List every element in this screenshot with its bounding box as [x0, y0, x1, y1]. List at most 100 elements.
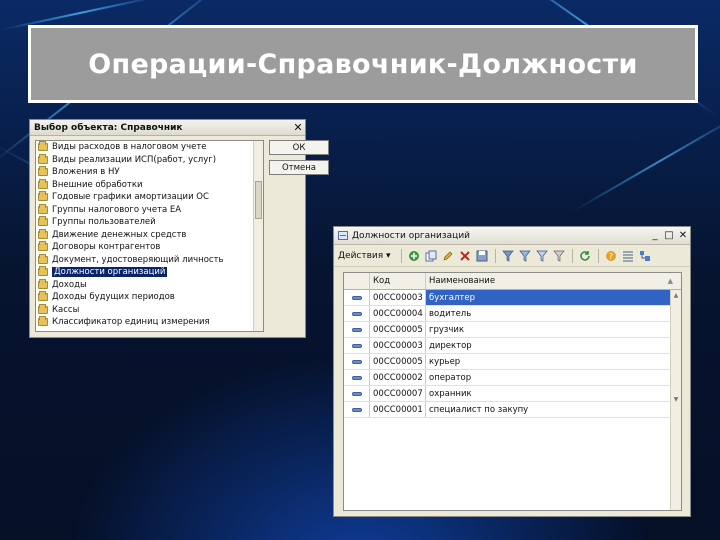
catalog-tree: Виды расходов в налоговом учете Виды реал…: [35, 140, 264, 332]
cell-name: оператор: [429, 372, 472, 383]
tree-item-label: Группы налогового учета ЕА: [52, 204, 182, 215]
clear-filter-icon[interactable]: [553, 249, 566, 262]
sort-asc-icon: ▲: [667, 277, 673, 285]
refresh-icon[interactable]: [579, 249, 592, 262]
tree-item[interactable]: Виды реализации ИСП(работ, услуг): [36, 153, 263, 167]
table-row[interactable]: 00СС00001 специалист по закупу: [344, 402, 681, 418]
tree-item[interactable]: Виды расходов в налоговом учете: [36, 141, 263, 154]
tree-item[interactable]: Должности организаций: [36, 266, 263, 279]
cell-name: охранник: [429, 388, 472, 399]
folder-icon: [38, 203, 48, 214]
table-row[interactable]: 00СС00004 водитель: [344, 306, 681, 322]
tree-item[interactable]: Кассы: [36, 303, 263, 317]
positions-window: Должности организаций _ □ ✕ Действия ▾ ?…: [333, 226, 691, 517]
tree-scrollbar[interactable]: [253, 141, 263, 331]
tree-item[interactable]: Вложения в НУ: [36, 166, 263, 179]
record-icon: [351, 311, 362, 316]
close-icon[interactable]: ✕: [291, 121, 305, 134]
folder-icon: [38, 216, 48, 227]
tree-item-label: Виды расходов в налоговом учете: [52, 142, 207, 153]
minimize-icon[interactable]: _: [648, 230, 662, 241]
edit-icon[interactable]: [442, 249, 455, 262]
close-icon[interactable]: ✕: [676, 230, 690, 241]
tree-item-label: Классификатор единиц измерения: [52, 317, 210, 328]
record-icon: [351, 375, 362, 380]
svg-text:?: ?: [609, 252, 613, 261]
table-row[interactable]: 00СС00005 курьер: [344, 354, 681, 370]
delete-icon[interactable]: [459, 249, 472, 262]
tree-item[interactable]: Движение денежных средств: [36, 228, 263, 242]
help-icon[interactable]: ?: [605, 249, 618, 262]
record-icon: [351, 327, 362, 332]
folder-icon: [38, 291, 48, 302]
copy-icon[interactable]: [425, 249, 438, 262]
window-title: Должности организаций: [352, 230, 471, 241]
record-icon: [351, 391, 362, 396]
tree-item[interactable]: Документ, удостоверяющий личность: [36, 253, 263, 267]
table-header: Код Наименование ▲: [344, 273, 681, 290]
column-name[interactable]: Наименование ▲: [426, 273, 681, 289]
cancel-button[interactable]: Отмена: [269, 160, 329, 175]
cell-code: 00СС00005: [370, 322, 426, 337]
cell-name: бухгалтер: [426, 290, 681, 305]
folder-icon: [38, 303, 48, 314]
table-row[interactable]: 00СС00007 охранник: [344, 386, 681, 402]
folder-icon: [38, 241, 48, 252]
window-toolbar: Действия ▾ ?: [334, 245, 690, 267]
folder-icon: [38, 153, 48, 164]
record-icon: [351, 343, 362, 348]
folder-icon: [38, 316, 48, 327]
tree-item[interactable]: Договоры контрагентов: [36, 241, 263, 254]
tree-item-label: Виды реализации ИСП(работ, услуг): [52, 154, 217, 165]
folder-icon: [38, 166, 48, 177]
cell-name: грузчик: [429, 324, 465, 335]
window-titlebar: Должности организаций _ □ ✕: [334, 227, 690, 245]
tree-item-label: Доходы: [52, 279, 87, 290]
folder-icon: [38, 141, 48, 152]
tree-item-label: Вложения в НУ: [52, 167, 120, 178]
dialog-titlebar: Выбор объекта: Справочник ✕: [30, 120, 305, 136]
cell-code: 00СС00003: [370, 290, 426, 305]
tree-item-label: Годовые графики амортизации ОС: [52, 192, 209, 203]
tree-item-label: Должности организаций: [52, 267, 168, 278]
tree-item[interactable]: Классификатор единиц измерения: [36, 316, 263, 329]
list-view-icon[interactable]: [622, 249, 635, 262]
table-row[interactable]: 00СС00002 оператор: [344, 370, 681, 386]
tree-item[interactable]: Группы пользователей: [36, 216, 263, 229]
cell-code: 00СС00001: [370, 402, 426, 417]
cell-name: водитель: [429, 308, 472, 319]
save-icon[interactable]: [476, 249, 489, 262]
actions-menu[interactable]: Действия ▾: [338, 251, 391, 261]
column-code[interactable]: Код: [370, 273, 426, 289]
tree-item[interactable]: Годовые графики амортизации ОС: [36, 191, 263, 204]
tree-item[interactable]: Доходы будущих периодов: [36, 291, 263, 304]
table-row[interactable]: 00СС00003 бухгалтер: [344, 290, 681, 306]
slide-title: Операции-Справочник-Должности: [88, 48, 638, 80]
folder-icon: [38, 253, 48, 264]
cell-code: 00СС00005: [370, 354, 426, 369]
folder-icon: [38, 191, 48, 202]
cell-code: 00СС00002: [370, 370, 426, 385]
record-icon: [351, 359, 362, 364]
tree-item[interactable]: Внешние обработки: [36, 178, 263, 192]
maximize-icon[interactable]: □: [662, 230, 676, 241]
tree-item[interactable]: Доходы: [36, 278, 263, 292]
cell-code: 00СС00004: [370, 306, 426, 321]
object-selection-dialog: Выбор объекта: Справочник ✕ Виды расходо…: [29, 119, 329, 338]
tree-item-label: Внешние обработки: [52, 179, 143, 190]
add-icon[interactable]: [408, 249, 421, 262]
table-row[interactable]: 00СС00005 грузчик: [344, 322, 681, 338]
filter-icon[interactable]: [502, 249, 515, 262]
table-scrollbar[interactable]: ▲ ▼: [670, 290, 681, 510]
ok-button[interactable]: ОК: [269, 140, 329, 155]
record-icon: [351, 295, 362, 300]
hierarchy-view-icon[interactable]: [639, 249, 652, 262]
tree-item-label: Кассы: [52, 304, 80, 315]
tree-item[interactable]: Группы налогового учета ЕА: [36, 203, 263, 217]
folder-icon: [38, 228, 48, 239]
record-icon: [351, 407, 362, 412]
filter-settings-icon[interactable]: [536, 249, 549, 262]
list-window-icon: [338, 231, 348, 240]
filter-by-value-icon[interactable]: [519, 249, 532, 262]
table-row[interactable]: 00СС00003 директор: [344, 338, 681, 354]
